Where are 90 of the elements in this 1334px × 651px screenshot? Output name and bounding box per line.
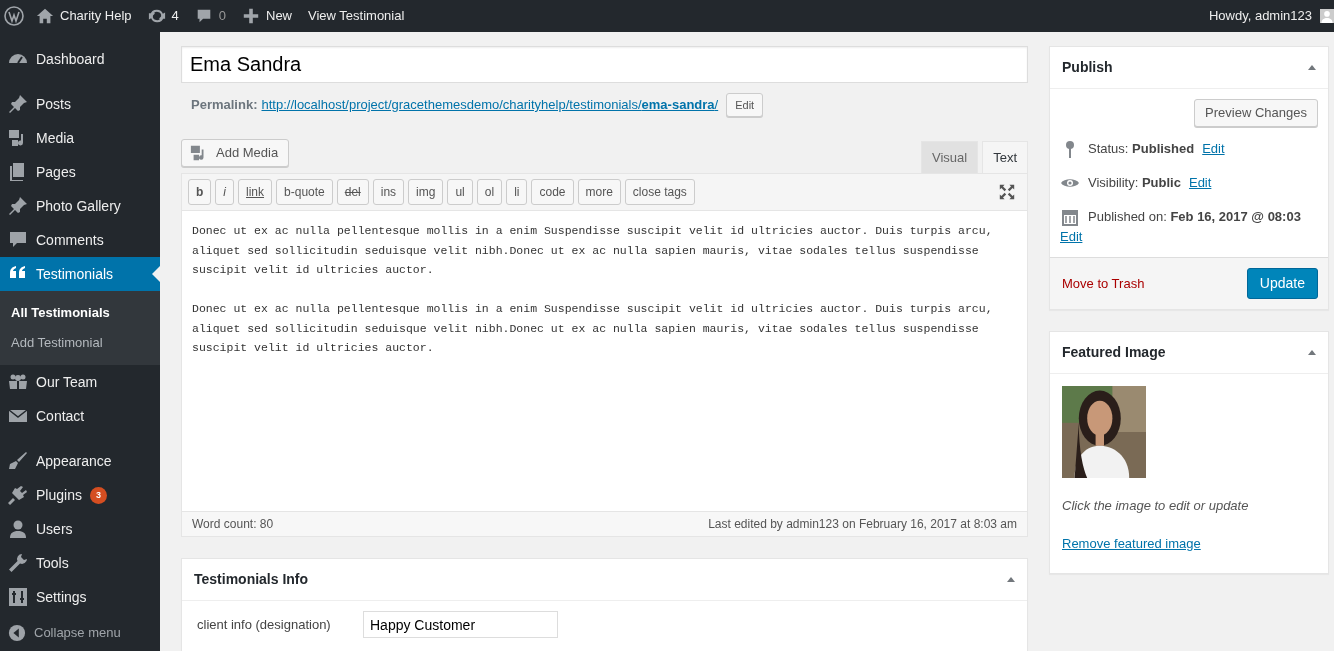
sidebar-item[interactable]: Photo Gallery [0,189,160,223]
paragraph-text: Donec ut ex ac nulla pellentesque mollis in a enim Suspendisse suscipit velit id ultricies auctor. Duis turpis arcu, aliquet sed sollicitudin seduisque velit nibh.Donec ut ex ac nulla sapien mauris, vitae sodales tellus suspendisse suscipit velit id ultricies auctor. [192,301,994,356]
format-button[interactable]: code [531,179,574,205]
sidebar-item[interactable]: Comments [0,223,160,257]
comments-menu[interactable]: 0 [186,0,234,32]
speech-bubble-icon [8,230,28,250]
status-text: Status: Published [1088,140,1195,158]
edit-link[interactable]: Edit [1202,139,1225,159]
toggle-arrow-icon[interactable] [1007,577,1015,582]
paragraph-text: Donec ut ex ac nulla pellentesque mollis in a enim Suspendisse suscipit velit id ultricies auctor. Duis turpis arcu, aliquet sed sollicitudin seduisque velit nibh.Donec ut ex ac nulla sapien mauris, vitae sodales tellus suspendisse suscipit velit id ultricies auctor. [192,223,994,278]
preview-button[interactable]: Preview Changes [1194,99,1318,127]
count-label: 0 [218,7,226,26]
permalink-label: Permalink: [191,96,258,115]
menu-label: View Testimonial [308,7,405,26]
menu-label: New [266,7,292,26]
site-name: Charity Help [60,7,132,26]
sidebar-item[interactable]: Testimonials [0,257,160,291]
sidebar-item[interactable]: Contact [0,399,160,433]
count-label: 4 [171,7,179,26]
avatar-icon[interactable] [1320,7,1334,25]
edit-link[interactable]: Edit [1188,173,1212,193]
format-button[interactable]: i [215,179,234,205]
refresh-icon [147,7,166,25]
toggle-arrow-icon[interactable] [1308,350,1316,355]
sidebar-item[interactable]: Posts [0,87,160,121]
fullscreen-icon[interactable] [999,184,1015,200]
format-button[interactable]: ul [447,179,473,205]
paintbrush-icon [8,451,28,471]
people-icon [8,372,28,392]
format-button[interactable]: img [408,179,444,205]
calendar-icon [1060,207,1080,227]
collapse-icon [8,624,26,642]
sidebar-item[interactable]: Settings [0,580,160,614]
edit-link[interactable]: Edit [1060,229,1083,244]
sidebar-item[interactable]: Plugins 3 [0,478,160,512]
word-count-label: Word count: 80 [192,516,274,533]
format-button[interactable]: del [336,179,369,205]
sidebar-item[interactable]: Users [0,512,160,546]
submenu-item[interactable]: All Testimonials [0,298,160,328]
plus-icon [242,7,260,25]
status-text: Visibility: Public [1088,174,1181,192]
status-text: Published on: Feb 16, 2017 @ 08:03 [1088,208,1301,226]
sidebar-item[interactable]: Our Team [0,365,160,399]
box-title: Featured Image [1062,343,1166,362]
format-button[interactable]: li [506,179,528,205]
new-menu[interactable]: New [234,0,300,32]
sidebar-item[interactable]: Pages [0,155,160,189]
plug-icon [8,485,28,505]
submenu-item[interactable]: Add Testimonial [0,327,160,357]
editor-tab[interactable]: Visual [920,140,979,173]
house-icon [36,7,54,25]
sidebar-item[interactable]: Appearance [0,444,160,478]
sidebar-item[interactable]: Media [0,121,160,155]
trash-link[interactable]: Move to Trash [1062,273,1145,294]
format-button[interactable]: ins [372,179,405,205]
user-icon [8,519,28,539]
updates-menu[interactable]: 4 [139,0,187,32]
pin-icon [8,196,28,216]
remove-image-link[interactable]: Remove featured image [1062,535,1201,551]
pin-icon [8,94,28,114]
count-badge: 3 [89,486,107,504]
format-button[interactable]: link [238,179,273,205]
add-media-button[interactable]: Add Media [181,139,290,167]
format-button[interactable]: more [577,179,621,205]
permalink-link[interactable]: http://localhost/project/gracethemesdemo/charityhelp/testimonials/ema-sandra/ [261,95,719,115]
greeting-label[interactable]: Howdy, admin123 [1208,6,1312,26]
current-page-pointer [152,266,160,282]
wrench-icon [8,553,28,573]
format-button[interactable]: b [188,179,212,205]
designation-field[interactable]: Happy Customer [363,611,558,638]
box-title: Testimonials Info [194,570,309,589]
field-label: client info (designation) [197,615,332,634]
title-field[interactable]: Ema Sandra [181,46,1028,83]
last-edited-label: Last edited by admin123 on February 16, 2017 at 8:03 am [708,516,1017,533]
format-button[interactable]: b-quote [276,179,333,205]
sliders-icon [8,587,28,607]
toggle-arrow-icon[interactable] [1308,65,1316,70]
sidebar-item[interactable]: Tools [0,546,160,580]
editor-tab[interactable]: Text [982,140,1028,173]
view-link[interactable]: View Testimonial [300,0,413,32]
caption-text: Click the image to edit or update [1062,497,1250,515]
format-button[interactable]: close tags [624,179,695,205]
update-button[interactable]: Update [1246,268,1318,299]
collapse-menu-button[interactable]: Collapse menu [0,616,160,650]
box-title: Publish [1062,58,1113,77]
sidebar-item[interactable]: Dashboard [0,42,160,76]
format-button[interactable]: ol [476,179,503,205]
wordpress-logo-icon[interactable] [4,6,24,26]
site-menu[interactable]: Charity Help [28,0,140,32]
edit-button[interactable]: Edit [726,93,764,117]
